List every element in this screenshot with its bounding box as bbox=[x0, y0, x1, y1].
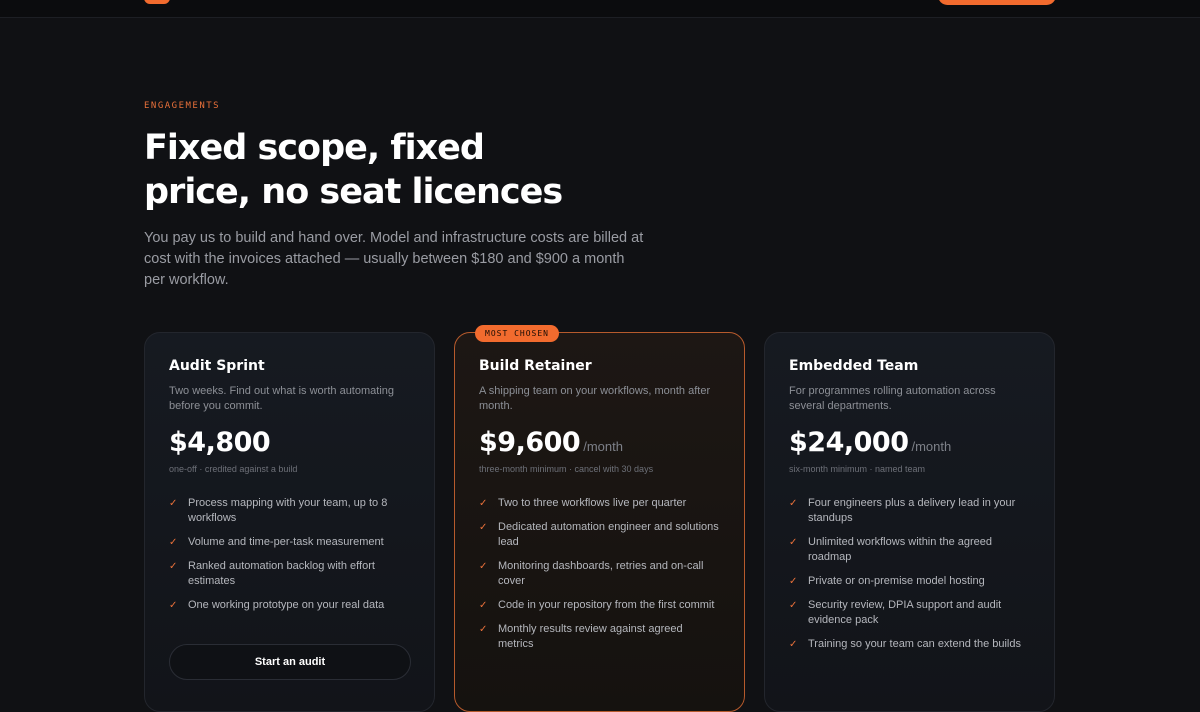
feature-item: ✓ Volume and time-per-task measurement bbox=[169, 535, 410, 550]
feature-list: ✓ Process mapping with your team, up to 8… bbox=[169, 496, 410, 613]
plan-price: $9,600 bbox=[479, 427, 581, 458]
plan-price: $24,000 bbox=[789, 427, 909, 458]
price-note: six-month minimum · named team bbox=[789, 464, 926, 474]
plan-description: Two weeks. Find out what is worth automa… bbox=[169, 385, 394, 412]
plan-card-audit-sprint: Audit Sprint Two weeks. Find out what is… bbox=[144, 332, 435, 712]
feature-item: ✓ Monitoring dashboards, retries and on-c… bbox=[479, 559, 720, 589]
top-nav-bar bbox=[0, 0, 1200, 18]
check-icon: ✓ bbox=[479, 498, 488, 509]
plan-description: For programmes rolling automation across… bbox=[789, 385, 996, 412]
price-row: $9,600 /month bbox=[479, 427, 720, 458]
feature-item: ✓ Ranked automation backlog with effort e… bbox=[169, 559, 410, 589]
feature-text: Process mapping with your team, up to 8 … bbox=[188, 497, 388, 524]
nav-cta-button[interactable] bbox=[938, 0, 1056, 5]
feature-item: ✓ One working prototype on your real data bbox=[169, 598, 410, 613]
feature-item: ✓ Process mapping with your team, up to 8… bbox=[169, 496, 410, 526]
engagements-hero: ENGAGEMENTS Fixed scope, fixed price, no… bbox=[144, 101, 664, 291]
feature-item: ✓ Private or on-premise model hosting bbox=[789, 574, 1030, 589]
price-row: $4,800 bbox=[169, 427, 410, 458]
check-icon: ✓ bbox=[479, 600, 488, 611]
plan-description: A shipping team on your workflows, month… bbox=[479, 385, 711, 412]
feature-item: ✓ Monthly results review against agreed m… bbox=[479, 622, 720, 652]
plan-title: Audit Sprint bbox=[169, 358, 265, 374]
feature-text: Two to three workflows live per quarter bbox=[498, 497, 687, 509]
plan-card-build-retainer: MOST CHOSEN Build Retainer A shipping te… bbox=[454, 325, 745, 712]
feature-text: Security review, DPIA support and audit … bbox=[808, 599, 1002, 626]
section-headline: Fixed scope, fixed price, no seat licenc… bbox=[144, 128, 563, 212]
plan-price: $4,800 bbox=[169, 427, 271, 458]
plan-card-embedded-team: Embedded Team For programmes rolling aut… bbox=[764, 332, 1055, 712]
feature-text: Unlimited workflows within the agreed ro… bbox=[808, 536, 993, 563]
feature-text: Monitoring dashboards, retries and on-ca… bbox=[498, 560, 704, 587]
feature-item: ✓ Training so your team can extend the bu… bbox=[789, 637, 1030, 652]
check-icon: ✓ bbox=[169, 600, 178, 611]
feature-text: Ranked automation backlog with effort es… bbox=[188, 560, 375, 587]
price-note: one-off · credited against a build bbox=[169, 464, 298, 474]
feature-item: ✓ Dedicated automation engineer and solut… bbox=[479, 520, 720, 550]
feature-list: ✓ Four engineers plus a delivery lead in … bbox=[789, 496, 1030, 652]
feature-text: Four engineers plus a delivery lead in y… bbox=[808, 497, 1016, 524]
check-icon: ✓ bbox=[169, 498, 178, 509]
section-subcopy: You pay us to build and hand over. Model… bbox=[144, 230, 644, 288]
check-icon: ✓ bbox=[169, 561, 178, 572]
check-icon: ✓ bbox=[789, 576, 798, 587]
plan-title: Build Retainer bbox=[479, 358, 592, 374]
check-icon: ✓ bbox=[789, 639, 798, 650]
check-icon: ✓ bbox=[479, 522, 488, 533]
price-unit: /month bbox=[583, 439, 623, 454]
feature-text: Private or on-premise model hosting bbox=[808, 575, 985, 587]
price-row: $24,000 /month bbox=[789, 427, 1030, 458]
most-chosen-badge: MOST CHOSEN bbox=[475, 325, 559, 342]
check-icon: ✓ bbox=[169, 537, 178, 548]
feature-text: Code in your repository from the first c… bbox=[498, 599, 715, 611]
feature-text: Monthly results review against agreed me… bbox=[498, 623, 683, 650]
check-icon: ✓ bbox=[789, 600, 798, 611]
feature-item: ✓ Unlimited workflows within the agreed r… bbox=[789, 535, 1030, 565]
plan-title: Embedded Team bbox=[789, 358, 919, 374]
brand-logo[interactable] bbox=[144, 0, 170, 4]
section-eyebrow: ENGAGEMENTS bbox=[144, 101, 221, 111]
price-unit: /month bbox=[911, 439, 952, 454]
check-icon: ✓ bbox=[479, 624, 488, 635]
feature-item: ✓ Four engineers plus a delivery lead in … bbox=[789, 496, 1030, 526]
check-icon: ✓ bbox=[789, 498, 798, 509]
feature-item: ✓ Code in your repository from the first … bbox=[479, 598, 720, 613]
feature-text: Volume and time-per-task measurement bbox=[188, 536, 384, 548]
check-icon: ✓ bbox=[479, 561, 488, 572]
feature-text: Dedicated automation engineer and soluti… bbox=[498, 521, 719, 548]
price-note: three-month minimum · cancel with 30 day… bbox=[479, 464, 654, 474]
feature-text: Training so your team can extend the bui… bbox=[808, 638, 1021, 650]
feature-text: One working prototype on your real data bbox=[188, 599, 385, 611]
feature-item: ✓ Two to three workflows live per quarter bbox=[479, 496, 720, 511]
feature-list: ✓ Two to three workflows live per quarter… bbox=[479, 496, 720, 652]
feature-item: ✓ Security review, DPIA support and audit… bbox=[789, 598, 1030, 628]
check-icon: ✓ bbox=[789, 537, 798, 548]
